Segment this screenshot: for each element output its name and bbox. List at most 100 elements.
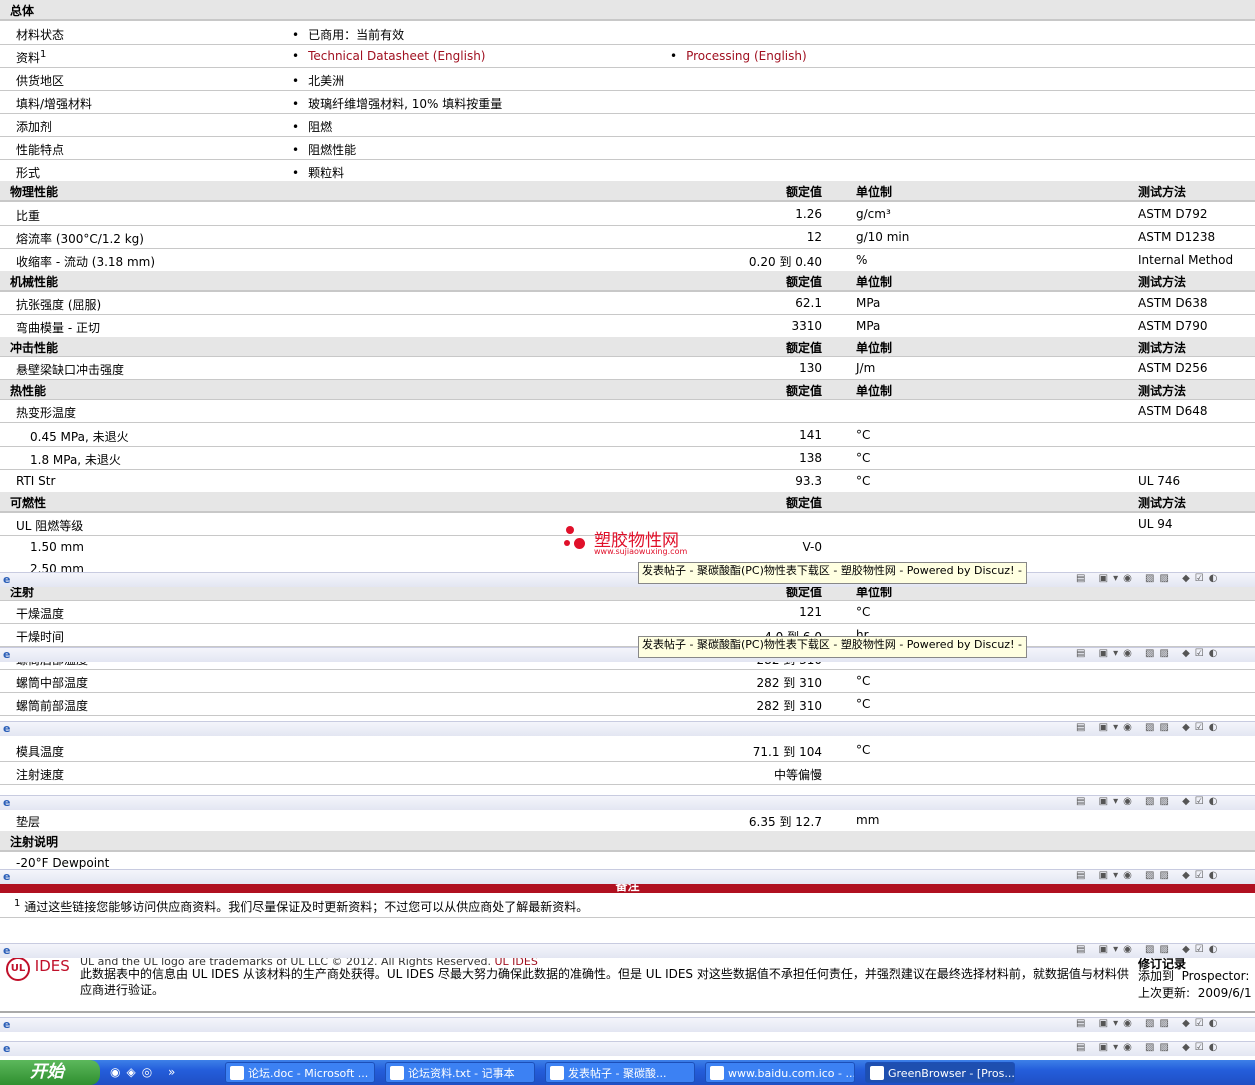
- app-icon: [390, 1066, 404, 1080]
- row-label: 填料/增强材料: [16, 97, 93, 111]
- toolbar-icons[interactable]: ▤ ▣▾◉ ▧▨ ◆☑◐: [1076, 573, 1222, 584]
- table-row: 形式 颗粒料: [0, 160, 1255, 183]
- column-header-unit: 单位制: [856, 341, 893, 355]
- bullet-value: 阻燃性能: [292, 141, 356, 158]
- window-tooltip: 发表帖子 - 聚碳酸酯(PC)物性表下载区 - 塑胶物性网 - Powered …: [638, 636, 1027, 658]
- taskbar-item[interactable]: GreenBrowser - [Pros...: [865, 1062, 1015, 1083]
- table-row: 弯曲模量 - 正切 3310 MPa ASTM D790: [0, 315, 1255, 338]
- table-row: 1.8 MPa, 未退火 138 °C: [0, 447, 1255, 470]
- section-header: 热性能 额定值 单位制 测试方法: [0, 380, 1255, 401]
- ie-icon: e: [3, 648, 11, 661]
- row-label: 螺筒前部温度: [16, 699, 89, 713]
- unit: MPa: [856, 319, 881, 333]
- table-row: 螺筒中部温度 282 到 310 °C: [0, 670, 1255, 693]
- toolbar-icons[interactable]: ▤ ▣▾◉ ▧▨ ◆☑◐: [1076, 648, 1222, 659]
- section-header: 总体: [0, 0, 1255, 21]
- test-method: Internal Method: [1138, 253, 1234, 267]
- bullet-value-link[interactable]: Processing (English): [686, 49, 807, 63]
- added-label: 添加到: [1138, 969, 1175, 983]
- row-label: 机械性能: [10, 275, 59, 289]
- nominal-value: 中等偏慢: [773, 768, 822, 782]
- test-method: UL 94: [1138, 517, 1173, 531]
- unit: MPa: [856, 296, 881, 310]
- bullet-value-link[interactable]: Technical Datasheet (English): [308, 49, 485, 63]
- ul-ides-logo: UL IDES: [6, 957, 70, 981]
- bullet-value[interactable]: Processing (English): [670, 49, 807, 63]
- toolbar-icons[interactable]: ▤ ▣▾◉ ▧▨ ◆☑◐: [1076, 1042, 1222, 1053]
- toolbar-icons[interactable]: ▤ ▣▾◉ ▧▨ ◆☑◐: [1076, 722, 1222, 733]
- nominal-value: 121: [799, 605, 822, 619]
- disclaimer-text: 此数据表中的信息由 UL IDES 从该材料的生产商处获得。UL IDES 尽最…: [80, 967, 1129, 997]
- row-label: 形式: [16, 166, 41, 180]
- app-icon: [710, 1066, 724, 1080]
- table-row: 螺筒前部温度 282 到 310 °C: [0, 693, 1255, 716]
- row-label: 垫层: [16, 815, 41, 829]
- nominal-value: 12: [806, 230, 822, 244]
- unit: °C: [856, 674, 871, 688]
- table-row: 添加剂 阻燃: [0, 114, 1255, 137]
- test-method: ASTM D792: [1138, 207, 1208, 221]
- taskbar-item[interactable]: www.baidu.com.ico - ...: [705, 1062, 855, 1083]
- row-label: 冲击性能: [10, 341, 59, 355]
- section-header: 可燃性 额定值 测试方法: [0, 492, 1255, 513]
- browser-toolbar-strip: e ▤ ▣▾◉ ▧▨ ◆☑◐: [0, 943, 1255, 958]
- row-label: UL 阻燃等级: [16, 519, 84, 533]
- taskbar-item[interactable]: 论坛.doc - Microsoft ...: [225, 1062, 375, 1083]
- column-header-unit: 单位制: [856, 275, 893, 289]
- table-row: 干燥时间4.0 到 6.0hr: [0, 624, 1255, 647]
- test-method: ASTM D256: [1138, 361, 1208, 375]
- row-label: 热变形温度: [16, 406, 77, 420]
- bullet-value: 已商用：当前有效: [292, 26, 404, 43]
- column-header-value: 额定值: [785, 496, 822, 510]
- row-label: 性能特点: [16, 143, 65, 157]
- toolbar-icons[interactable]: ▤ ▣▾◉ ▧▨ ◆☑◐: [1076, 944, 1222, 955]
- column-header-value: 额定值: [785, 384, 822, 398]
- app-icon: [230, 1066, 244, 1080]
- test-method: ASTM D638: [1138, 296, 1208, 310]
- row-label: 抗张强度 (屈服): [16, 298, 102, 312]
- nominal-value: 3310: [791, 319, 822, 333]
- toolbar-icons[interactable]: ▤ ▣▾◉ ▧▨ ◆☑◐: [1076, 796, 1222, 807]
- toolbar-icons[interactable]: ▤ ▣▾◉ ▧▨ ◆☑◐: [1076, 1018, 1222, 1029]
- row-label: 模具温度: [16, 745, 65, 759]
- nominal-value: 282 到 310: [756, 699, 822, 713]
- table-row: 熔流率 (300°C/1.2 kg) 12 g/10 min ASTM D1238: [0, 226, 1255, 249]
- taskbar-item[interactable]: 发表帖子 - 聚碳酸...: [545, 1062, 695, 1083]
- row-label: 比重: [16, 209, 41, 223]
- table-row: 注射速度 中等偏慢: [0, 762, 1255, 785]
- unit: g/cm³: [856, 207, 891, 221]
- quick-launch: ◉◈◎ »: [110, 1065, 182, 1079]
- column-header-test-method: 测试方法: [1138, 185, 1187, 199]
- nominal-value: 130: [799, 361, 822, 375]
- start-button[interactable]: 开始: [0, 1060, 100, 1085]
- row-label: 1.50 mm: [30, 540, 84, 554]
- row-label: 供货地区: [16, 74, 65, 88]
- column-header-test-method: 测试方法: [1138, 496, 1187, 510]
- column-header-value: 额定值: [785, 185, 822, 199]
- unit: °C: [856, 605, 871, 619]
- bullet-value: 颗粒料: [292, 164, 344, 181]
- column-header-test-method: 测试方法: [1138, 275, 1187, 289]
- table-row: 垫层 6.35 到 12.7 mm: [0, 809, 1255, 832]
- table-row: 资料1 Technical Datasheet (English) Processi…: [0, 45, 1255, 68]
- toolbar-icons[interactable]: ▤ ▣▾◉ ▧▨ ◆☑◐: [1076, 870, 1222, 881]
- added-value: Prospector:: [1181, 969, 1250, 983]
- nominal-value: 138: [799, 451, 822, 465]
- row-label: 熔流率 (300°C/1.2 kg): [16, 232, 144, 246]
- browser-toolbar-strip: e ▤ ▣▾◉ ▧▨ ◆☑◐: [0, 721, 1255, 736]
- ie-icon: e: [3, 1018, 11, 1031]
- updated-label: 上次更新:: [1138, 986, 1191, 1000]
- footnote-text: 通过这些链接您能够访问供应商资料。我们尽量保证及时更新资料；不过您可以从供应商处…: [24, 900, 589, 914]
- row-label: RTI Str: [16, 474, 56, 488]
- bullet-value[interactable]: Technical Datasheet (English): [292, 49, 485, 63]
- test-method: ASTM D790: [1138, 319, 1208, 333]
- table-row: 热变形温度 ASTM D648: [0, 400, 1255, 423]
- table-row: 抗张强度 (屈服) 62.1 MPa ASTM D638: [0, 292, 1255, 315]
- row-label: 0.45 MPa, 未退火: [30, 430, 129, 444]
- taskbar-item[interactable]: 论坛资料.txt - 记事本: [385, 1062, 535, 1083]
- nominal-value: 6.35 到 12.7: [748, 815, 822, 829]
- table-row: 0.45 MPa, 未退火 141 °C: [0, 424, 1255, 447]
- ie-icon: e: [3, 944, 11, 957]
- unit: °C: [856, 743, 871, 757]
- row-label: 干燥温度: [16, 607, 65, 621]
